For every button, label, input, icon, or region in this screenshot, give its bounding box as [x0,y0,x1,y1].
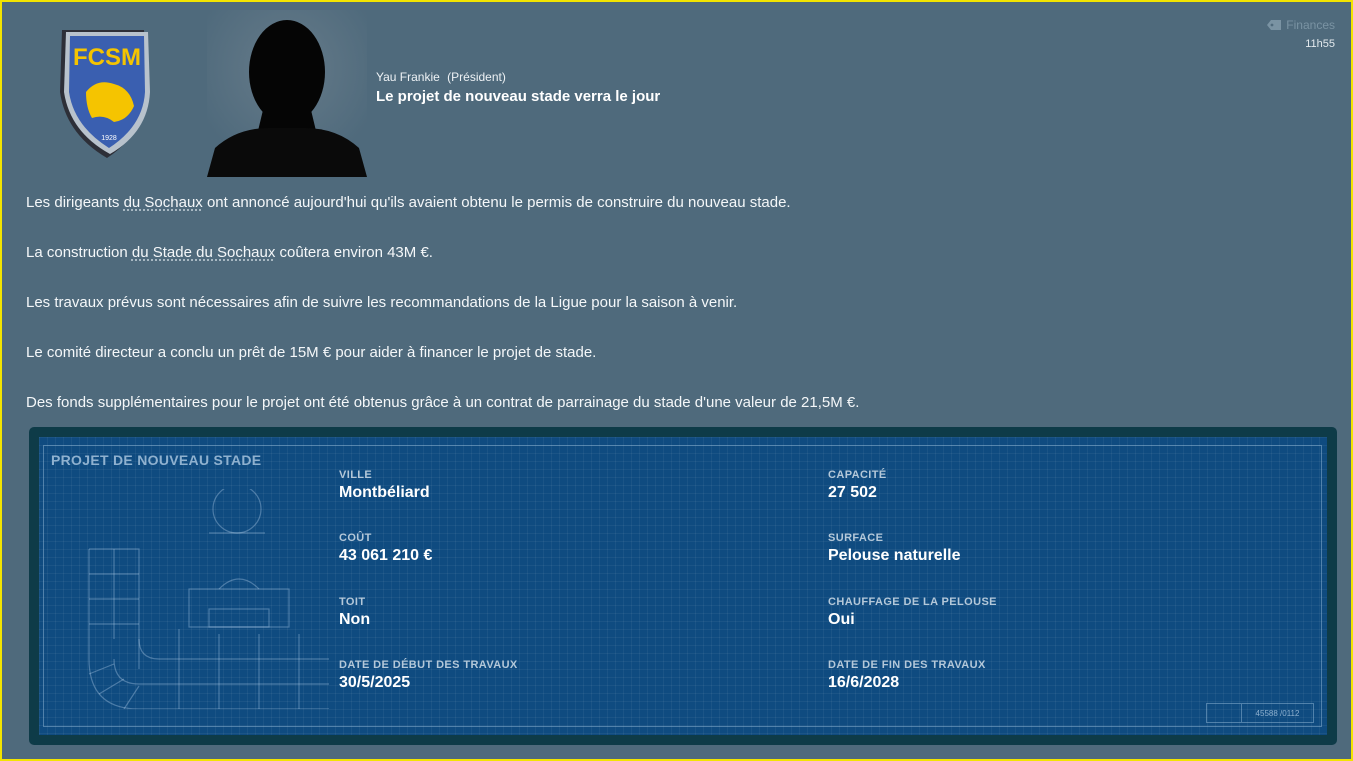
news-time: 11h55 [1305,38,1335,50]
roof-value: Non [339,611,371,628]
field-debut: DATE DE DÉBUT DES TRAVAUX 30/5/2025 [339,659,518,691]
stadium-project-panel: PROJET DE NOUVEAU STADE VILLE Montbéliar… [29,427,1337,745]
city-value: Montbéliard [339,484,430,501]
tag-icon [1267,20,1282,30]
field-capacite: CAPACITÉ 27 502 [828,469,887,501]
cost-value: 43 061 210 € [339,547,433,564]
stadium-blueprint-drawing [88,489,329,709]
field-surface: SURFACE Pelouse naturelle [828,532,961,564]
crest-text: FCSM [73,44,141,71]
blueprint-stamp: 45588 /0112 [1206,703,1314,723]
paragraph-5: Des fonds supplémentaires pour le projet… [26,394,860,411]
surface-value: Pelouse naturelle [828,547,961,564]
stamp-code: 45588 /0112 [1242,703,1314,723]
sender-line: Yau Frankie (Président) [376,70,510,84]
field-cout: COÛT 43 061 210 € [339,532,433,564]
sender-role: (Président) [447,70,506,84]
field-ville: VILLE Montbéliard [339,469,430,501]
news-headline: Le projet de nouveau stade verra le jour [376,88,661,105]
news-body: Les dirigeants du Sochaux ont annoncé au… [26,193,1326,443]
crest-year: 1928 [101,135,117,142]
project-title: PROJET DE NOUVEAU STADE [51,452,262,468]
paragraph-3: Les travaux prévus sont nécessaires afin… [26,294,738,311]
paragraph-2: La construction du Stade du Sochaux coût… [26,244,433,261]
club-crest-icon: FCSM 1928 [60,30,150,158]
end-date-value: 16/6/2028 [828,674,900,691]
person-silhouette-icon [207,10,367,177]
category-label[interactable]: Finances [1267,18,1335,32]
stadium-link[interactable]: du Stade du Sochaux [132,244,275,261]
paragraph-1: Les dirigeants du Sochaux ont annoncé au… [26,194,791,211]
paragraph-4: Le comité directeur a conclu un prêt de … [26,344,597,361]
field-fin: DATE DE FIN DES TRAVAUX 16/6/2028 [828,659,986,691]
category-text: Finances [1286,18,1335,32]
blueprint-background: PROJET DE NOUVEAU STADE VILLE Montbéliar… [39,437,1327,735]
field-chauffage: CHAUFFAGE DE LA PELOUSE Oui [828,596,997,628]
sender-name[interactable]: Yau Frankie [376,70,440,84]
capacity-value: 27 502 [828,484,877,501]
club-link[interactable]: du Sochaux [124,194,203,211]
field-toit: TOIT Non [339,596,371,628]
heating-value: Oui [828,611,855,628]
start-date-value: 30/5/2025 [339,674,411,691]
